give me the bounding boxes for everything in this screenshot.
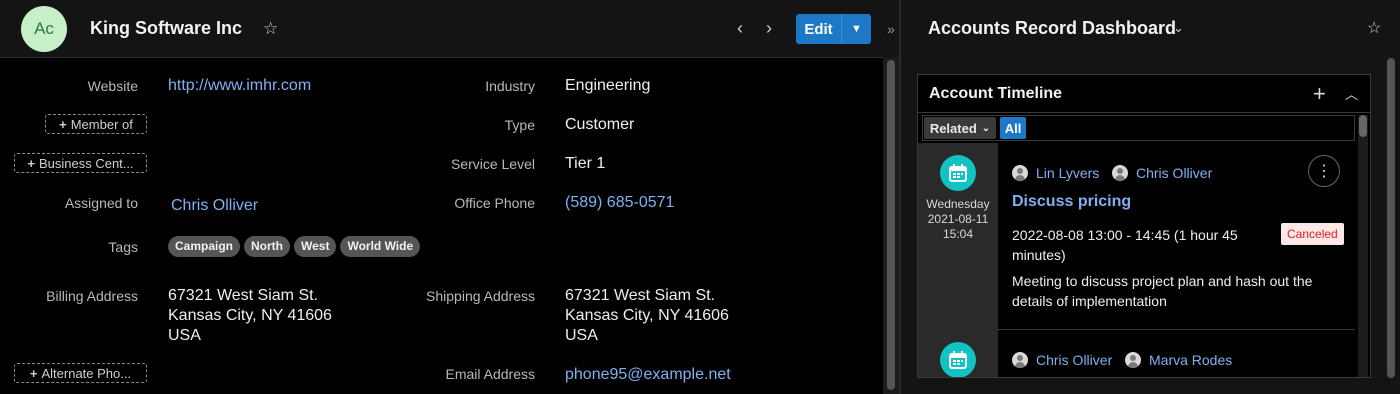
user-name: Marva Rodes: [1149, 352, 1233, 368]
timeline-filter-bar: Related ⌄ All: [922, 115, 1355, 141]
assigned-to-label: Assigned to: [64, 195, 138, 211]
timeline-item: Chris Olliver Marva Rodes: [998, 330, 1355, 377]
user-icon: [1125, 352, 1141, 368]
event-description: Meeting to discuss project plan and hash…: [1012, 273, 1313, 309]
chevron-right-icon[interactable]: ›: [766, 18, 772, 39]
calendar-icon: [940, 342, 976, 377]
office-phone-label: Office Phone: [454, 195, 535, 211]
filter-all-button[interactable]: All: [1000, 117, 1026, 139]
timeline-item: Lin Lyvers Chris Olliver ⋮ Discuss prici…: [998, 143, 1355, 329]
plus-icon: +: [29, 365, 38, 381]
email-label: Email Address: [445, 366, 535, 382]
chevron-left-icon[interactable]: ‹: [737, 18, 743, 39]
shipping-city: Kansas City, NY 41606: [565, 307, 729, 324]
website-link[interactable]: http://www.imhr.com: [168, 76, 311, 96]
business-center-label: Business Cent...: [38, 155, 134, 171]
user-icon: [1012, 165, 1028, 181]
event-schedule: 2022-08-08 13:00 - 14:45 (1 hour 45 minu…: [1012, 227, 1238, 263]
add-alternate-phone-button[interactable]: + Alternate Pho...: [14, 363, 147, 383]
page-title: King Software Inc: [90, 18, 243, 38]
tag: Campaign: [168, 236, 241, 257]
record-scrollbar[interactable]: [883, 58, 899, 394]
alternate-phone-label: Alternate Pho...: [41, 365, 132, 381]
plus-icon: +: [59, 116, 67, 132]
account-timeline-dashlet: Account Timeline + ︿ Related ⌄ All Wedne…: [917, 74, 1371, 378]
timeline-weekday: Wednesday: [926, 197, 990, 211]
scrollbar-thumb[interactable]: [1359, 115, 1367, 137]
record-header: Ac King Software Inc ☆ ‹ › Edit ▼: [0, 0, 883, 58]
billing-country: USA: [168, 327, 201, 344]
tags-label: Tags: [108, 239, 138, 255]
type-label: Type: [504, 117, 535, 133]
user-name: Chris Olliver: [1136, 165, 1213, 181]
star-icon[interactable]: ☆: [1367, 18, 1381, 38]
more-vertical-icon[interactable]: ⋮: [1308, 155, 1340, 187]
dashlet-title: Account Timeline: [929, 85, 1063, 102]
add-business-center-button[interactable]: + Business Cent...: [14, 153, 147, 173]
scrollbar-thumb[interactable]: [887, 60, 895, 390]
billing-address: 67321 West Siam St. Kansas City, NY 4160…: [168, 286, 332, 346]
email-link[interactable]: phone95@example.net: [565, 365, 731, 385]
dashlet-header: Account Timeline + ︿: [918, 75, 1370, 113]
plus-icon[interactable]: +: [1313, 81, 1326, 107]
assigned-to-link[interactable]: Chris Olliver: [171, 196, 258, 216]
user-icon: [1112, 165, 1128, 181]
timeline-date: Wednesday 2021-08-11 15:04: [918, 197, 998, 242]
filter-related-label: Related: [929, 120, 977, 136]
billing-city: Kansas City, NY 41606: [168, 307, 332, 324]
user-link[interactable]: Chris Olliver: [1112, 165, 1212, 181]
type-value: Customer: [565, 116, 635, 133]
office-phone-link[interactable]: (589) 685-0571: [565, 193, 674, 213]
add-member-of-button[interactable]: + Member of: [45, 114, 147, 134]
double-chevron-right-icon[interactable]: »: [883, 0, 899, 58]
timeline-time: 15:04: [942, 227, 974, 241]
member-of-label: Member of: [70, 116, 133, 132]
timeline-list: Wednesday 2021-08-11 15:04 Lin Lyvers Ch…: [918, 143, 1355, 377]
user-name: Chris Olliver: [1036, 352, 1113, 368]
user-name: Lin Lyvers: [1036, 165, 1100, 181]
shipping-address: 67321 West Siam St. Kansas City, NY 4160…: [565, 286, 729, 346]
star-icon[interactable]: ☆: [263, 19, 278, 39]
dashboard-scrollbar[interactable]: [1385, 58, 1397, 378]
user-link[interactable]: Lin Lyvers: [1012, 165, 1099, 181]
avatar: Ac: [21, 6, 67, 52]
shipping-street: 67321 West Siam St.: [565, 287, 715, 304]
industry-value: Engineering: [565, 77, 651, 94]
timeline-scrollbar[interactable]: [1358, 115, 1368, 377]
billing-address-label: Billing Address: [46, 288, 138, 304]
tag: North: [244, 236, 291, 257]
chevron-down-icon[interactable]: ⌄: [1173, 20, 1184, 36]
plus-icon: +: [27, 155, 35, 171]
chevron-down-icon[interactable]: ▼: [842, 14, 871, 44]
dashboard-panel: Accounts Record Dashboard ⌄ ☆ Account Ti…: [901, 0, 1400, 394]
user-icon: [1012, 352, 1028, 368]
billing-street: 67321 West Siam St.: [168, 287, 318, 304]
tag: West: [294, 236, 337, 257]
record-panel: Ac King Software Inc ☆ ‹ › Edit ▼ Websit…: [0, 0, 883, 394]
shipping-address-label: Shipping Address: [426, 288, 535, 304]
tags-list: Campaign North West World Wide: [168, 236, 424, 257]
industry-label: Industry: [485, 78, 535, 94]
timeline-day: 2021-08-11: [927, 212, 989, 226]
event-title-link[interactable]: Discuss pricing: [1012, 193, 1131, 211]
chevron-up-icon[interactable]: ︿: [1345, 84, 1358, 103]
status-badge: Canceled: [1281, 223, 1344, 245]
shipping-country: USA: [565, 327, 598, 344]
filter-related-dropdown[interactable]: Related ⌄: [924, 117, 996, 139]
service-level-value: Tier 1: [565, 155, 606, 172]
scrollbar-thumb[interactable]: [1387, 58, 1395, 378]
calendar-icon: [940, 155, 976, 191]
user-link[interactable]: Chris Olliver: [1012, 352, 1112, 368]
chevron-down-icon: ⌄: [981, 122, 991, 134]
edit-button-group: Edit ▼: [796, 14, 871, 44]
dashboard-title[interactable]: Accounts Record Dashboard: [928, 18, 1176, 39]
edit-button[interactable]: Edit: [796, 14, 842, 44]
user-link[interactable]: Marva Rodes: [1125, 352, 1232, 368]
tag: World Wide: [340, 236, 421, 257]
website-label: Website: [87, 78, 138, 94]
service-level-label: Service Level: [450, 156, 535, 172]
